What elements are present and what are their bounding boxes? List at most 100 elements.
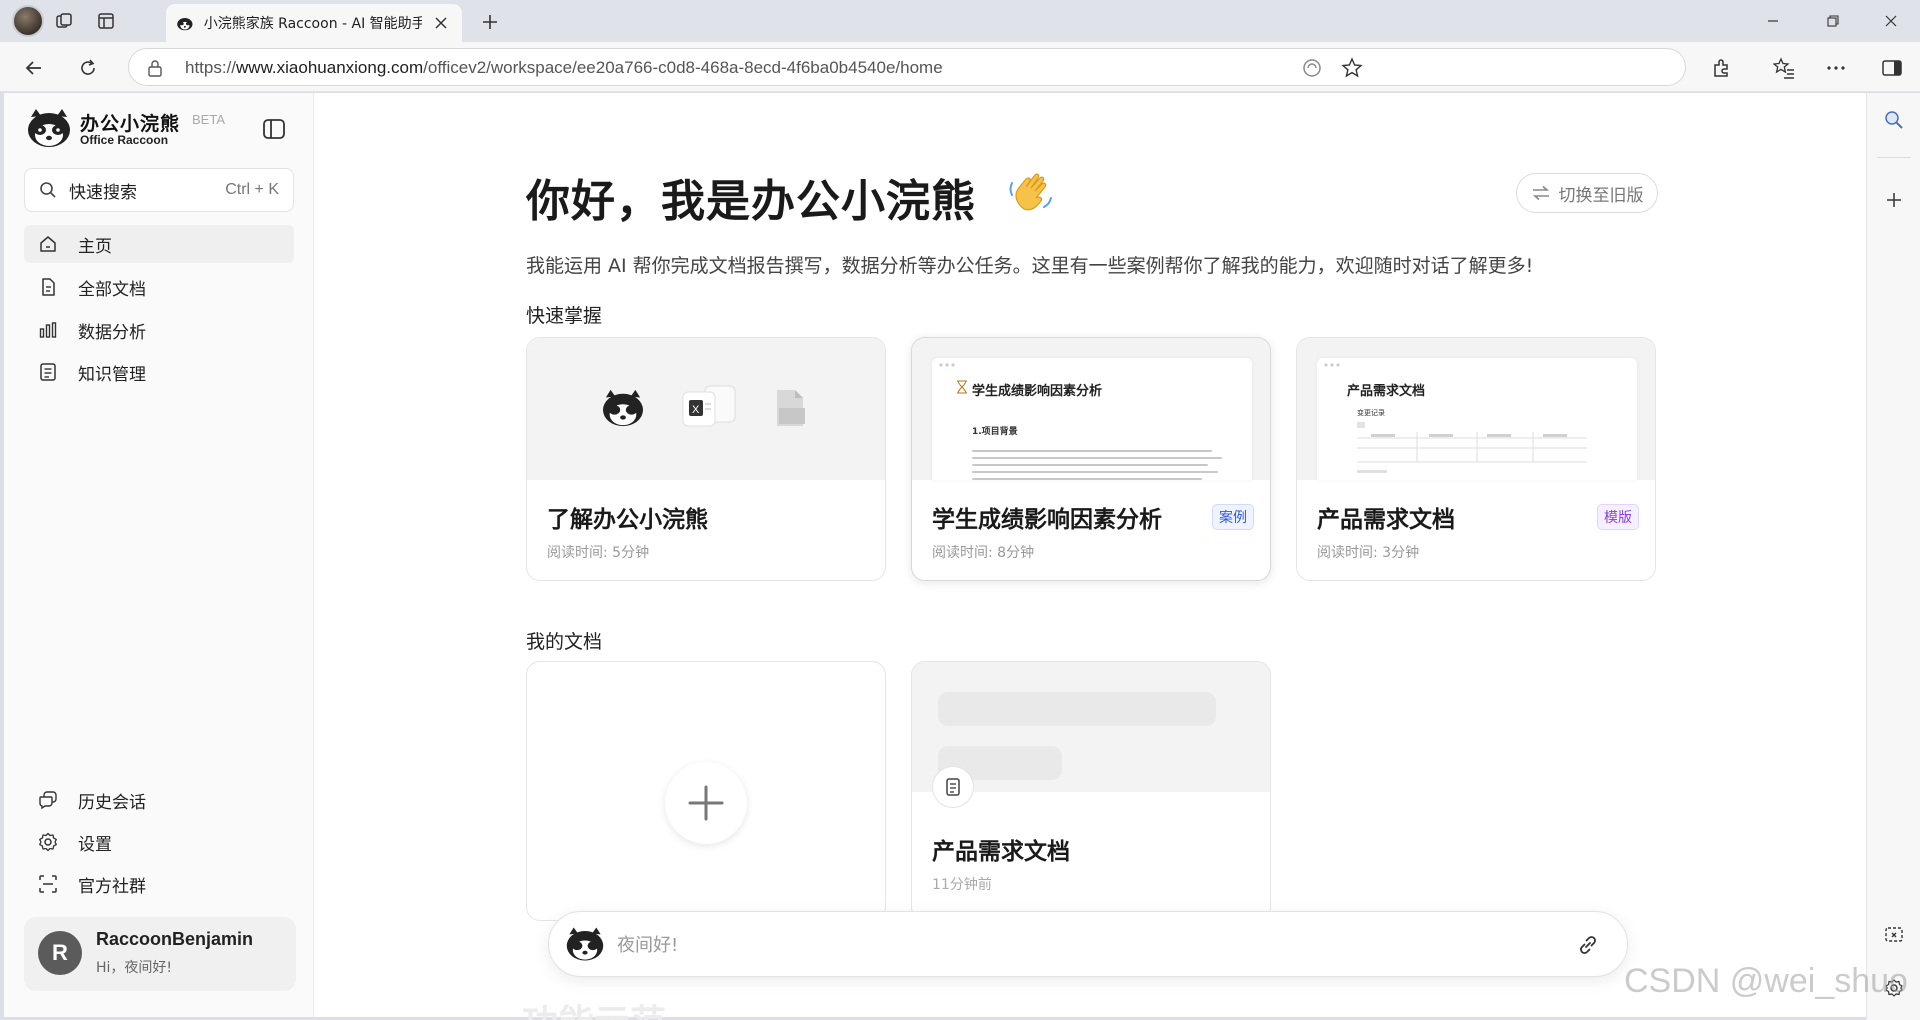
text-line (972, 471, 1218, 473)
quick-card-prd[interactable]: 产品需求文档 变更记录 产品需求文档 模版 阅读时间: 3分钟 (1296, 337, 1656, 581)
table-preview (1357, 422, 1587, 473)
page-title: 你好，我是办公小浣熊 (526, 176, 976, 227)
new-tab-icon[interactable] (476, 8, 504, 36)
text-line (972, 478, 1202, 480)
quick-card-student-analysis[interactable]: 学生成绩影响因素分析 1.项目背景 学生成绩影响因素分析 案例 阅读时间: 8分… (911, 337, 1271, 581)
office-files-icon: X (682, 385, 736, 427)
url-bar[interactable]: https://www.xiaohuanxiong.com/officev2/w… (128, 48, 1686, 86)
vertical-tabs-icon[interactable] (92, 7, 120, 35)
avatar: R (38, 931, 82, 975)
sidebar-item-history[interactable]: 历史会话 (24, 781, 294, 819)
restore-icon[interactable] (1804, 0, 1862, 42)
user-profile-card[interactable]: R RaccoonBenjamin Hi，夜间好! (24, 917, 296, 991)
workspaces-icon[interactable] (50, 7, 78, 35)
screenshot-icon[interactable] (1879, 920, 1909, 950)
browser-side-strip (1866, 93, 1920, 1020)
sidebar-item-home[interactable]: 主页 (24, 225, 294, 263)
bar-chart-icon (39, 322, 57, 338)
new-document-card[interactable] (526, 661, 886, 921)
raccoon-face-icon (603, 389, 643, 427)
gear-icon (39, 832, 57, 852)
hourglass-icon (957, 380, 967, 394)
case-tag: 案例 (1212, 504, 1254, 530)
partially-hidden-heading: 功能示范 (522, 994, 666, 1020)
card-read-time: 阅读时间: 8分钟 (932, 545, 1035, 561)
sidebar-item-data-analysis[interactable]: 数据分析 (24, 311, 294, 349)
scan-icon (39, 875, 57, 893)
window-dots-icon (1324, 363, 1340, 367)
app-sidebar: 办公小浣熊 Office Raccoon BETA 快速搜索 Ctrl + K … (4, 93, 314, 1017)
notebook-icon (40, 363, 56, 381)
sidebar-item-settings[interactable]: 设置 (24, 823, 294, 861)
text-line (972, 457, 1222, 459)
search-sidebar-icon[interactable] (1879, 105, 1909, 135)
card-preview: 学生成绩影响因素分析 1.项目背景 (912, 338, 1270, 480)
close-tab-icon[interactable] (430, 12, 452, 34)
raccoon-avatar-icon (566, 927, 604, 961)
close-window-icon[interactable] (1862, 0, 1920, 42)
document-thumbnail: 产品需求文档 变更记录 (1317, 358, 1637, 480)
lock-icon[interactable] (147, 59, 163, 77)
add-document-button[interactable] (665, 762, 747, 844)
brand-name: 办公小浣熊 (80, 113, 181, 135)
text-line (972, 464, 1208, 466)
user-name: RaccoonBenjamin (96, 929, 254, 949)
stacked-papers-icon (777, 390, 805, 426)
read-aloud-icon[interactable] (1301, 57, 1323, 79)
thumbnail-heading: 变更记录 (1357, 409, 1385, 417)
sidebar-toggle-icon[interactable] (1876, 52, 1908, 84)
url-text: https://www.xiaohuanxiong.com/officev2/w… (185, 58, 943, 77)
document-updated-time: 11分钟前 (932, 877, 992, 893)
collapse-sidebar-icon[interactable] (260, 115, 288, 143)
quick-search-button[interactable]: 快速搜索 Ctrl + K (24, 168, 294, 212)
web-page: 办公小浣熊 Office Raccoon BETA 快速搜索 Ctrl + K … (4, 93, 1866, 1017)
raccoon-favicon-icon (177, 18, 193, 31)
add-sidebar-app-icon[interactable] (1879, 185, 1909, 215)
more-menu-icon[interactable] (1820, 52, 1852, 84)
refresh-icon[interactable] (72, 52, 104, 84)
swap-arrows-icon (1532, 185, 1549, 201)
my-documents-heading: 我的文档 (526, 631, 603, 653)
search-label: 快速搜索 (69, 182, 137, 203)
favorites-list-icon[interactable] (1768, 52, 1800, 84)
browser-tab-bar: 小浣熊家族 Raccoon - AI 智能助手 (0, 0, 1920, 42)
plus-icon (688, 785, 724, 821)
document-card[interactable]: 产品需求文档 11分钟前 (911, 661, 1271, 921)
document-icon (946, 778, 960, 796)
chat-input[interactable] (617, 926, 1517, 964)
sidebar-item-knowledge[interactable]: 知识管理 (24, 353, 294, 391)
search-icon (40, 182, 56, 198)
switch-old-version-button[interactable]: 切换至旧版 (1516, 173, 1658, 213)
profile-avatar[interactable] (12, 5, 44, 37)
document-icon (42, 278, 55, 296)
brand-subtitle: Office Raccoon (80, 133, 169, 147)
intro-text: 我能运用 AI 帮你完成文档报告撰写，数据分析等办公任务。这里有一些案例帮你了解… (526, 255, 1534, 277)
card-title: 产品需求文档 (1317, 507, 1455, 533)
card-title: 了解办公小浣熊 (547, 507, 708, 533)
document-title: 产品需求文档 (932, 839, 1070, 865)
favorite-star-icon[interactable] (1341, 57, 1363, 79)
attach-link-icon[interactable] (1573, 930, 1603, 960)
sidebar-item-all-documents[interactable]: 全部文档 (24, 268, 294, 306)
back-arrow-icon[interactable] (18, 52, 50, 84)
divider (1877, 157, 1911, 158)
extensions-icon[interactable] (1706, 52, 1738, 84)
thumbnail-title: 产品需求文档 (1347, 384, 1426, 399)
card-preview: 产品需求文档 变更记录 (1297, 338, 1655, 480)
user-greeting: Hi，夜间好! (96, 960, 173, 976)
active-tab[interactable]: 小浣熊家族 Raccoon - AI 智能助手 (166, 4, 462, 42)
window-dots-icon (939, 363, 955, 367)
sidebar-item-community[interactable]: 官方社群 (24, 865, 294, 903)
thumbnail-heading: 1.项目背景 (972, 427, 1018, 437)
quick-card-about[interactable]: X 了解办公小浣熊 阅读时间: 5分钟 (526, 337, 886, 581)
skeleton-block (938, 692, 1216, 726)
main-content: 你好，我是办公小浣熊 切换至旧版 我能运用 AI 帮你完成文档报告撰写，数据分析… (314, 93, 1866, 1017)
beta-badge: BETA (192, 112, 225, 127)
address-bar-row: https://www.xiaohuanxiong.com/officev2/w… (0, 42, 1920, 92)
minimize-icon[interactable] (1744, 0, 1802, 42)
home-icon (40, 236, 56, 252)
thumbnail-title: 学生成绩影响因素分析 (972, 384, 1103, 399)
card-title: 学生成绩影响因素分析 (932, 507, 1162, 533)
svg-text:X: X (692, 404, 700, 416)
tab-title: 小浣熊家族 Raccoon - AI 智能助手 (203, 16, 423, 32)
